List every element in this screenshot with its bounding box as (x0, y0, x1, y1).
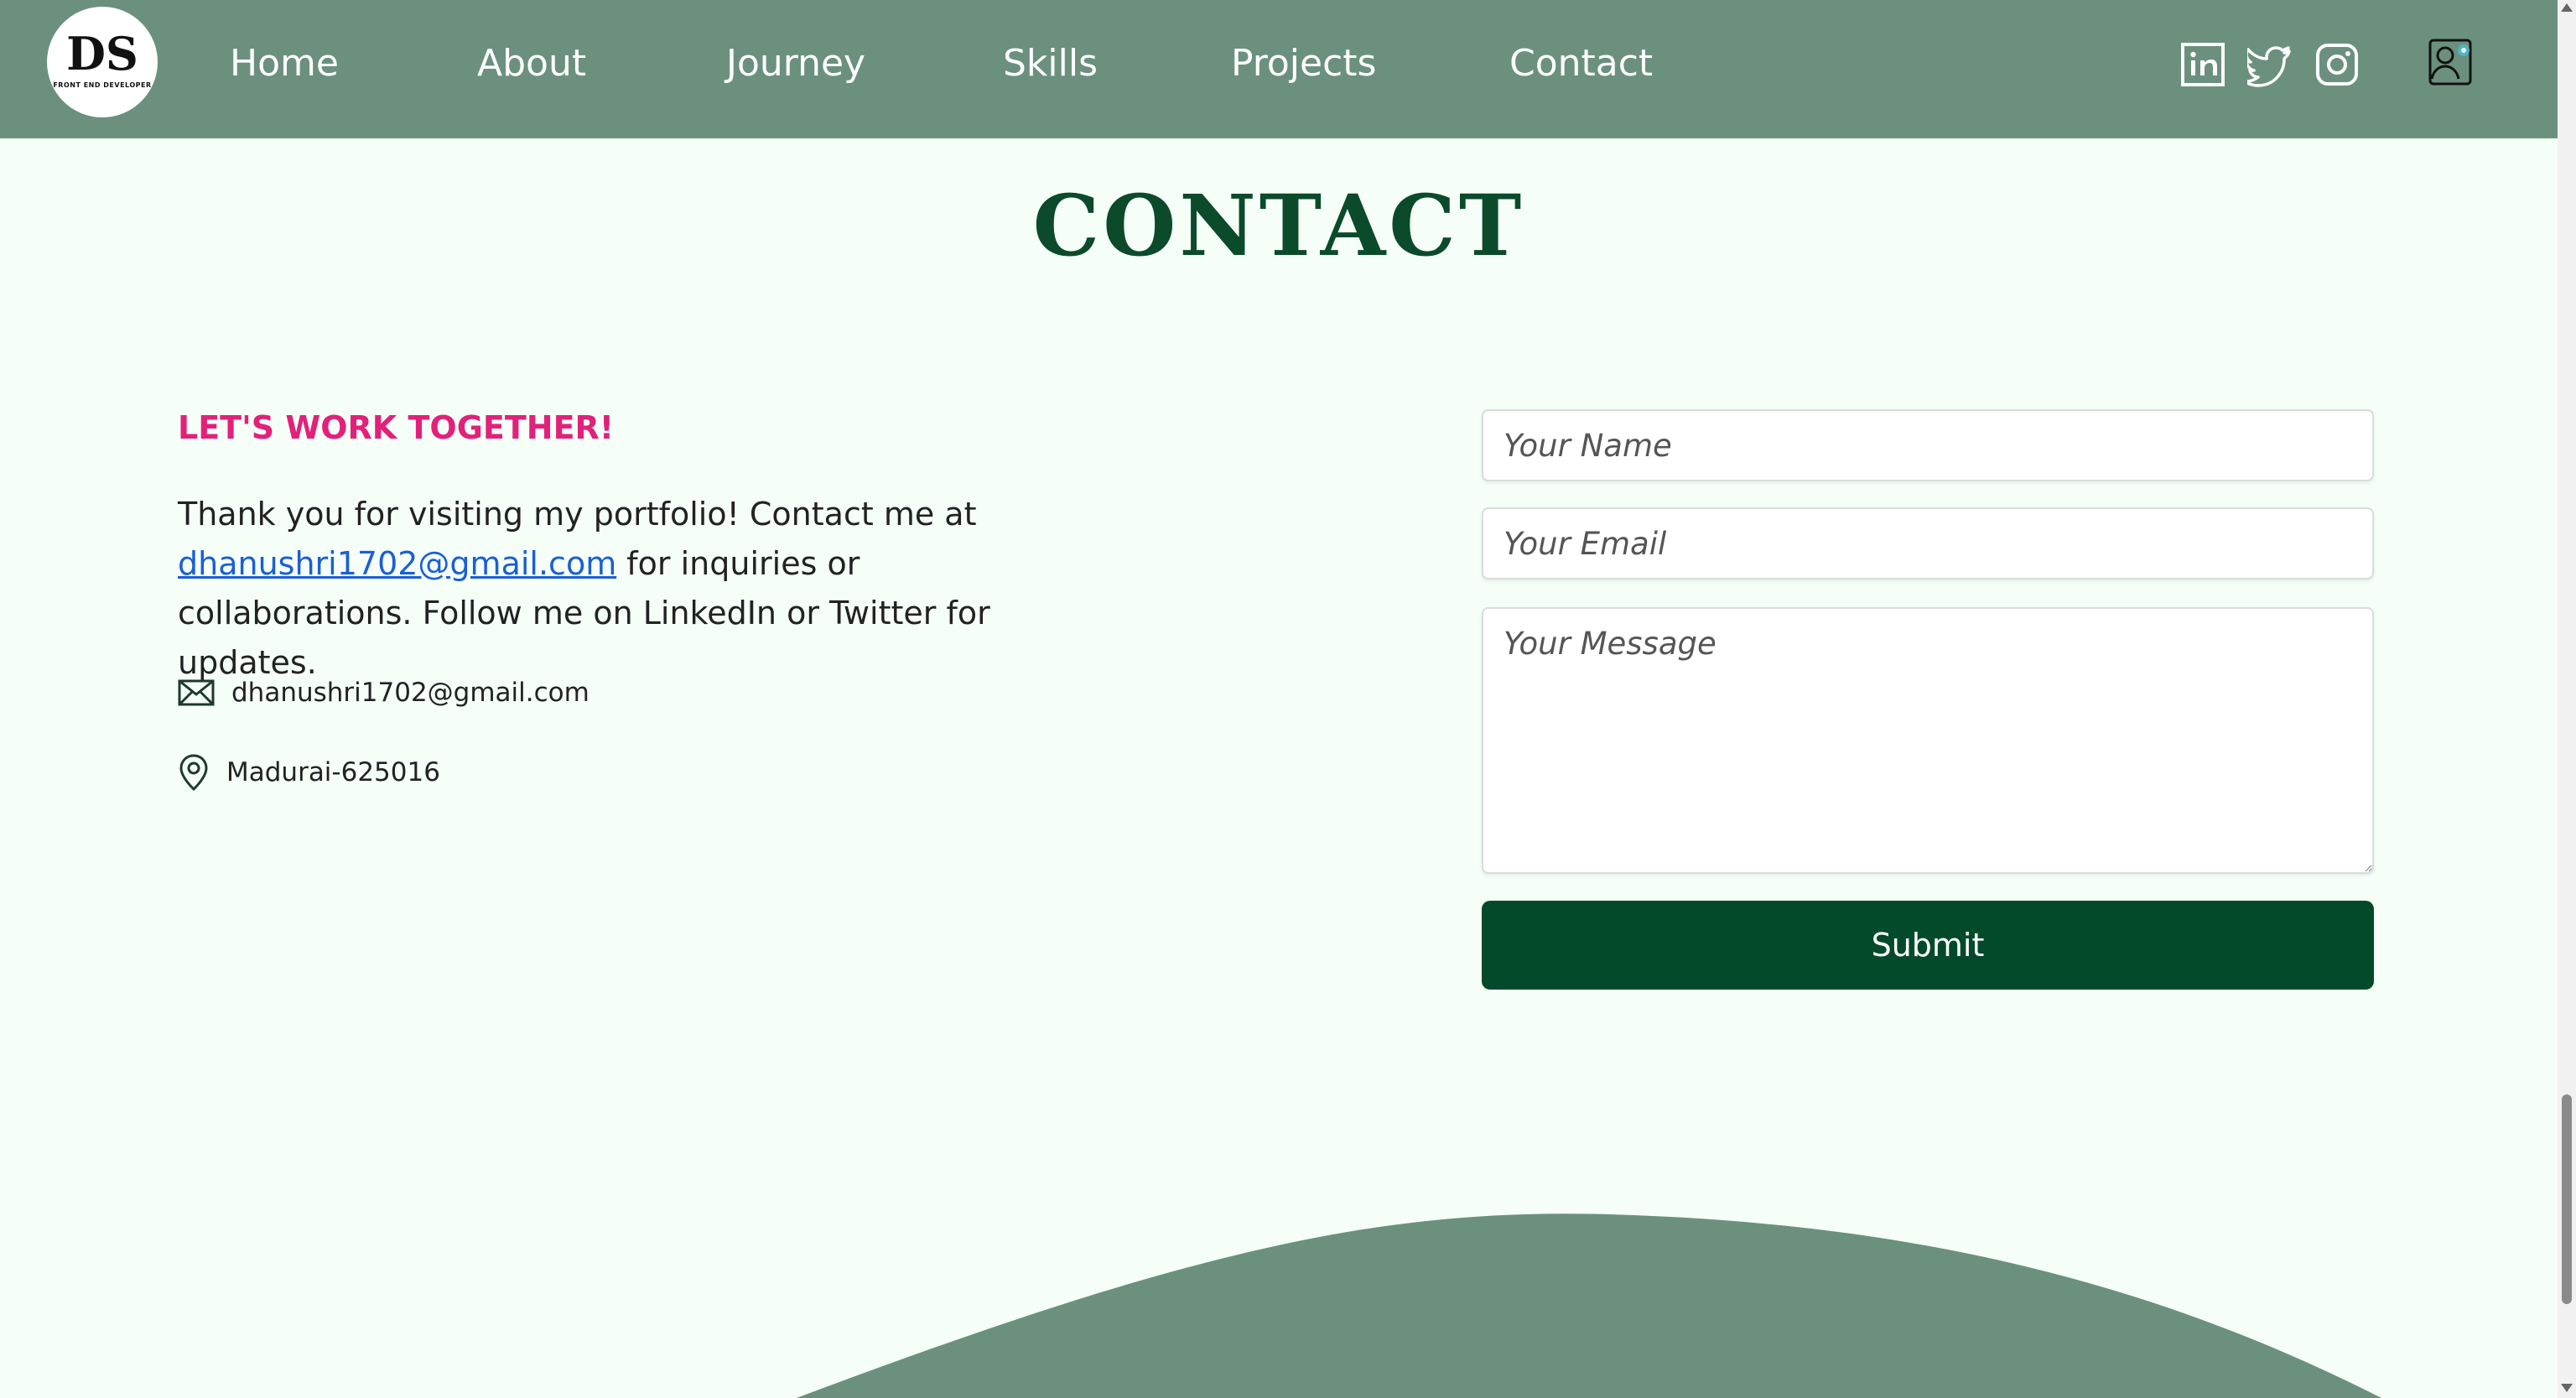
location-row: Madurai-625016 (178, 753, 440, 792)
intro-email-link[interactable]: dhanushri1702@gmail.com (178, 545, 616, 582)
page-title: CONTACT (1032, 176, 1525, 275)
logo-subtitle: FRONT END DEVELOPER (53, 81, 152, 89)
scrollbar-thumb[interactable] (2562, 1094, 2572, 1304)
email-row: dhanushri1702@gmail.com (178, 678, 589, 708)
location-pin-icon (178, 753, 210, 792)
scroll-up-arrow[interactable] (2561, 3, 2573, 12)
message-textarea[interactable] (1482, 607, 2374, 874)
instagram-icon[interactable] (2314, 42, 2360, 87)
submit-button[interactable]: Submit (1482, 901, 2374, 990)
scroll-down-arrow[interactable] (2561, 1384, 2573, 1392)
intro-text-start: Thank you for visiting my portfolio! Con… (178, 496, 977, 533)
contact-email: dhanushri1702@gmail.com (231, 678, 589, 708)
nav-link-about[interactable]: About (477, 40, 586, 87)
page: DS FRONT END DEVELOPER Home About Journe… (0, 0, 2576, 1398)
contact-location: Madurai-625016 (226, 757, 440, 787)
logo[interactable]: DS FRONT END DEVELOPER (47, 7, 158, 117)
linkedin-icon[interactable] (2180, 42, 2225, 87)
intro-text: Thank you for visiting my portfolio! Con… (178, 490, 1100, 688)
envelope-icon (178, 678, 215, 707)
email-input[interactable] (1482, 507, 2374, 579)
logo-mark: DS (66, 26, 138, 81)
name-input[interactable] (1482, 409, 2374, 481)
nav-link-projects[interactable]: Projects (1231, 40, 1376, 87)
tagline: LET'S WORK TOGETHER! (178, 409, 615, 446)
nav-link-journey[interactable]: Journey (726, 40, 865, 87)
twitter-icon[interactable] (2247, 42, 2293, 87)
navbar: DS FRONT END DEVELOPER Home About Journe… (0, 0, 2558, 138)
nav-link-home[interactable]: Home (230, 40, 339, 87)
nav-link-skills[interactable]: Skills (1003, 40, 1098, 87)
profile-settings-icon[interactable] (2423, 35, 2477, 89)
nav-link-contact[interactable]: Contact (1509, 40, 1653, 87)
